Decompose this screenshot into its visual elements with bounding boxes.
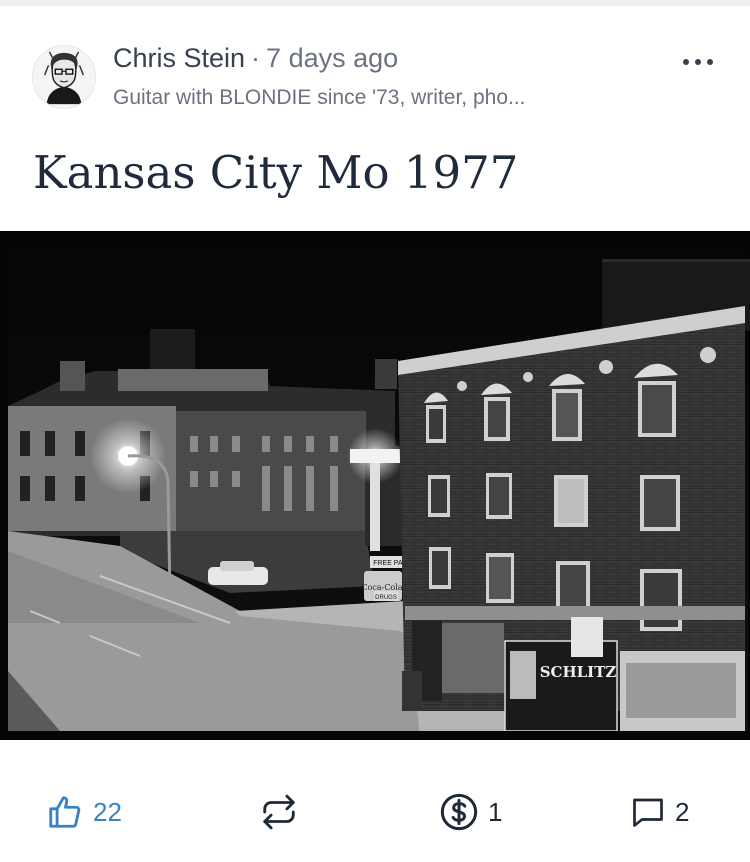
- dollar-icon: [440, 793, 478, 831]
- comment-button[interactable]: 2: [630, 790, 689, 834]
- comment-icon: [633, 798, 663, 827]
- tip-count: 1: [488, 796, 503, 827]
- drugs-sign: DRUGS: [375, 595, 397, 601]
- more-options-button[interactable]: [675, 44, 721, 80]
- post-timestamp[interactable]: 7 days ago: [266, 43, 398, 73]
- schlitz-sign: SCHLITZ: [540, 663, 617, 681]
- action-bar: 22 1 2: [0, 760, 750, 860]
- thumbs-up-icon: [49, 796, 81, 828]
- repost-button[interactable]: [260, 790, 298, 834]
- author-line: Chris Stein · 7 days ago: [113, 43, 398, 74]
- post-photo[interactable]: Coca-Cola DRUGS FREE PARKING SCHLITZ: [0, 231, 750, 740]
- post-title: Kansas City Mo 1977: [33, 146, 519, 199]
- more-icon: [683, 59, 689, 65]
- coca-cola-sign: Coca-Cola: [361, 583, 402, 592]
- more-icon-dot: [695, 59, 701, 65]
- author-avatar[interactable]: [32, 45, 96, 109]
- more-icon-dot: [707, 59, 713, 65]
- tip-button[interactable]: 1: [439, 790, 502, 834]
- separator-dot: ·: [251, 43, 261, 73]
- repost-icon: [263, 794, 295, 830]
- author-bio: Guitar with BLONDIE since '73, writer, p…: [113, 86, 526, 109]
- post-header: Chris Stein · 7 days ago Guitar with BLOND…: [0, 6, 750, 132]
- author-name[interactable]: Chris Stein: [113, 43, 245, 73]
- comment-count: 2: [675, 796, 690, 827]
- like-button[interactable]: 22: [46, 790, 122, 834]
- like-count: 22: [93, 796, 122, 827]
